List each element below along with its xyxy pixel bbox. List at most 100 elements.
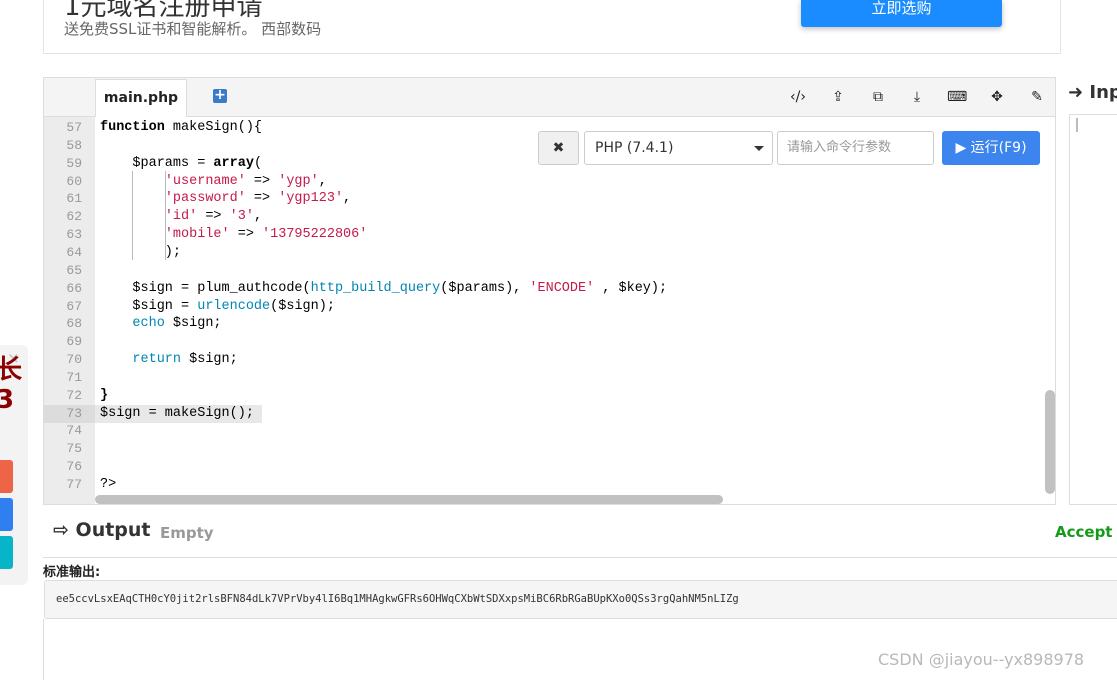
line-number: 76 xyxy=(66,459,82,475)
code-token-str: 'id' xyxy=(164,209,198,225)
output-divider xyxy=(43,619,44,680)
text-cursor xyxy=(1076,118,1078,132)
line-number: 70 xyxy=(66,352,82,368)
code-line[interactable]: $params = array( xyxy=(100,155,262,173)
code-token-str: 'username' xyxy=(164,173,246,189)
keyboard-icon[interactable]: ⌨ xyxy=(947,87,967,107)
code-icon[interactable]: ‹/› xyxy=(788,87,808,107)
upload-icon[interactable]: ⇪ xyxy=(828,87,848,107)
line-number: 74 xyxy=(66,423,82,439)
code-token-var: $sign = plum_authcode( xyxy=(100,280,311,296)
code-token-str: 'ygp' xyxy=(278,173,319,189)
add-tab-icon[interactable]: + xyxy=(213,88,227,103)
code-token-var: ($sign); xyxy=(270,298,335,314)
code-token-var: , xyxy=(343,191,352,207)
line-number: 59 xyxy=(66,155,82,171)
line-number: 75 xyxy=(66,441,82,457)
code-line[interactable]: $sign = plum_authcode(http_build_query($… xyxy=(100,280,667,298)
tab-bar: main.php + ‹/› ⇪ ⧉ ⤓ ⌨ ✥ ✎ xyxy=(44,78,1055,117)
code-token-str: 'ygp123' xyxy=(278,191,344,207)
ad-banner[interactable]: 1元域名注册申请 送免费SSL证书和智能解析。 西部数码 立即选购 xyxy=(43,0,1061,54)
code-token-var: makeSign(){ xyxy=(164,120,263,135)
code-line[interactable]: echo $sign; xyxy=(100,315,221,333)
line-number: 67 xyxy=(66,298,82,314)
line-number: 73 xyxy=(44,404,95,423)
code-token-str: 'password' xyxy=(164,191,246,207)
line-number: 68 xyxy=(66,316,82,332)
floating-ad[interactable]: × 长3 xyxy=(0,345,28,585)
download-icon[interactable]: ⤓ xyxy=(907,87,927,107)
vertical-scrollbar[interactable] xyxy=(1045,390,1055,494)
code-token-var: ( xyxy=(253,155,263,171)
line-number: 69 xyxy=(66,334,82,350)
code-line[interactable]: 'mobile' => '13795222806' xyxy=(100,226,368,244)
line-number: 72 xyxy=(66,387,82,403)
line-number: 64 xyxy=(66,244,82,260)
code-token-var: , xyxy=(253,209,263,225)
share-button-blue[interactable] xyxy=(0,498,13,531)
chevron-down-icon xyxy=(754,146,764,151)
code-token-var: ?> xyxy=(100,477,117,492)
code-token-var xyxy=(100,352,132,367)
sign-in-icon: ➜ xyxy=(1068,82,1084,103)
fullscreen-icon[interactable]: ✥ xyxy=(987,87,1007,107)
edit-icon[interactable]: ✎ xyxy=(1027,87,1047,107)
output-title: ⇨ Output xyxy=(53,519,151,541)
code-line[interactable]: ); xyxy=(100,244,181,262)
sign-out-icon: ⇨ xyxy=(53,519,69,541)
result-badge: Accept xyxy=(1055,523,1113,541)
code-line[interactable]: 'password' => 'ygp123', xyxy=(100,190,351,208)
code-token-var: ); xyxy=(100,244,182,260)
line-number: 57 xyxy=(66,120,82,135)
share-button-red[interactable] xyxy=(0,460,13,493)
code-line[interactable]: 'id' => '3', xyxy=(100,208,262,226)
code-token-fn: http_build_query xyxy=(310,280,441,296)
horizontal-scrollbar[interactable] xyxy=(95,495,723,504)
code-token-var: $params = xyxy=(100,155,214,171)
input-title-text: Inp xyxy=(1089,82,1117,103)
code-token-str: 'ENCODE' xyxy=(529,280,595,296)
code-token-var: $sign; xyxy=(181,352,238,368)
stdout-label: 标准输出: xyxy=(43,557,1117,580)
tab-main-php[interactable]: main.php xyxy=(95,79,187,117)
copy-icon[interactable]: ⧉ xyxy=(868,87,888,107)
line-number: 60 xyxy=(66,173,82,189)
code-token-kw: array xyxy=(213,155,254,171)
code-line[interactable]: return $sign; xyxy=(100,351,238,369)
code-line[interactable]: } xyxy=(100,387,108,405)
code-token-var: , $key); xyxy=(594,280,668,296)
ad-subtitle: 送免费SSL证书和智能解析。 西部数码 xyxy=(64,20,322,38)
input-panel-title: ➜ Inp xyxy=(1068,82,1117,103)
code-token-str: '13795222806' xyxy=(262,227,368,243)
args-input[interactable]: 请输入命令行参数 xyxy=(777,131,934,165)
indent-guide xyxy=(132,171,133,260)
input-panel: ➜ Inp xyxy=(1068,77,1117,505)
language-value: PHP (7.4.1) xyxy=(595,140,674,156)
line-number: 62 xyxy=(66,209,82,225)
output-status: Empty xyxy=(160,524,214,542)
share-button-cyan[interactable] xyxy=(0,536,13,569)
code-line[interactable]: function makeSign(){ xyxy=(100,119,262,137)
code-editor[interactable]: main.php + ‹/› ⇪ ⧉ ⤓ ⌨ ✥ ✎ 57 function ma… xyxy=(43,77,1056,505)
code-token-var: ($params), xyxy=(440,280,530,296)
output-title-text: Output xyxy=(75,519,151,541)
code-token-var xyxy=(100,316,132,331)
code-line[interactable]: $sign = urlencode($sign); xyxy=(100,298,335,316)
code-token-kw: } xyxy=(100,387,109,403)
language-select[interactable]: PHP (7.4.1) xyxy=(584,131,773,165)
stdin-input[interactable] xyxy=(1069,114,1117,505)
indent-guide xyxy=(165,171,166,260)
line-number: 63 xyxy=(66,227,82,243)
run-button[interactable]: ▶ 运行(F9) xyxy=(942,131,1040,165)
clear-button[interactable]: ✖ xyxy=(538,131,579,165)
code-token-var: , xyxy=(318,173,327,189)
line-number: 66 xyxy=(66,280,82,296)
code-line[interactable]: ?> xyxy=(100,476,116,494)
code-line[interactable]: 'username' => 'ygp', xyxy=(100,173,327,191)
code-token-str: 'mobile' xyxy=(164,227,230,243)
line-number: 61 xyxy=(66,191,82,207)
code-token-fn: echo xyxy=(132,316,165,332)
ad-buy-button[interactable]: 立即选购 xyxy=(801,0,1002,27)
code-line[interactable]: $sign = makeSign(); xyxy=(100,405,254,423)
watermark: CSDN @jiayou--yx898978 xyxy=(878,650,1085,669)
